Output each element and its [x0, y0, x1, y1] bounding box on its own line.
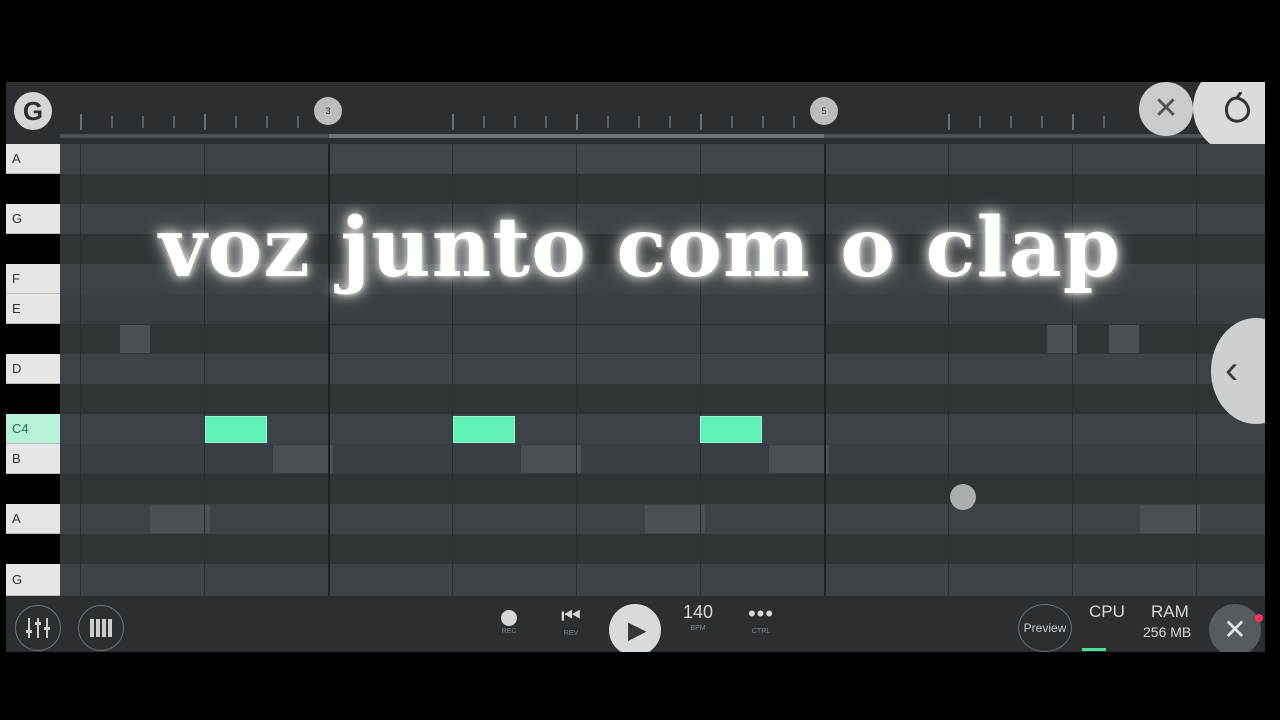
grid-row — [60, 474, 1265, 504]
ctrl-label: CTRL — [751, 628, 771, 635]
ruler-tick — [173, 116, 175, 128]
ruler-tick — [483, 116, 485, 128]
piano-roll-app: G 3 5 ✕ A G F E D C4 B A G ‹ REC ⏮ REV ▶… — [6, 82, 1265, 652]
ruler-tick — [979, 116, 981, 128]
key-A-low[interactable]: A — [6, 504, 60, 534]
ruler-tick — [111, 116, 113, 128]
beat-line — [1196, 144, 1197, 596]
ruler-tick — [514, 116, 516, 128]
key-G[interactable]: G — [6, 204, 60, 234]
ruler-tick — [1041, 116, 1043, 128]
rewind-button[interactable]: ⏮ REV — [556, 603, 586, 638]
ruler-tick — [700, 114, 702, 130]
timeline-scrollbar[interactable] — [60, 134, 1265, 138]
close-icon: ✕ — [1223, 614, 1247, 645]
piano-keys-icon[interactable] — [78, 605, 124, 651]
tempo-control[interactable]: 140 BPM — [678, 602, 718, 632]
cpu-meter — [1082, 648, 1106, 651]
rec-label: REC — [501, 628, 517, 635]
bpm-label: BPM — [690, 625, 706, 632]
ruler-tick — [204, 114, 206, 130]
ghost-note — [150, 505, 210, 533]
grid-row — [60, 564, 1265, 596]
ruler-tick — [638, 116, 640, 128]
ruler-tick — [266, 116, 268, 128]
chevron-left-icon: ‹ — [1225, 348, 1239, 392]
grid-row — [60, 534, 1265, 564]
close-editor-button[interactable]: ✕ — [1209, 604, 1263, 652]
ghost-note — [273, 445, 333, 473]
scroll-handle[interactable] — [950, 484, 976, 510]
ghost-note — [120, 325, 150, 353]
note-block[interactable] — [453, 416, 515, 443]
ruler-tick — [1072, 114, 1074, 130]
ruler-tick — [545, 116, 547, 128]
scrollbar-thumb[interactable] — [329, 134, 824, 138]
key-C4[interactable]: C4 — [6, 414, 60, 444]
bar-marker-3[interactable]: 3 — [314, 97, 342, 125]
ruler-tick — [948, 114, 950, 130]
bpm-value: 140 — [682, 602, 714, 622]
ghost-note — [769, 445, 829, 473]
key-D[interactable]: D — [6, 354, 60, 384]
top-bar: G 3 5 ✕ — [6, 82, 1265, 154]
mixer-icon[interactable] — [15, 605, 61, 651]
ruler-tick — [669, 116, 671, 128]
ghost-note — [645, 505, 705, 533]
ram-label: RAM — [1151, 602, 1189, 621]
bottom-toolbar: REC ⏮ REV ▶ 140 BPM ••• CTRL Preview CPU… — [6, 596, 1265, 652]
key-A[interactable]: A — [6, 144, 60, 174]
grid-row — [60, 294, 1265, 324]
ruler-tick — [1010, 116, 1012, 128]
ghost-note — [1109, 325, 1139, 353]
cpu-label: CPU — [1089, 602, 1125, 621]
piano-keyboard[interactable]: A G F E D C4 B A G — [6, 144, 60, 596]
bar-marker-5[interactable]: 5 — [810, 97, 838, 125]
ctrl-button[interactable]: ••• CTRL — [742, 601, 780, 636]
beat-line — [80, 144, 81, 596]
key-G-low[interactable]: G — [6, 564, 60, 596]
fl-logo-icon[interactable]: G — [14, 92, 52, 130]
ruler-tick — [793, 116, 795, 128]
ruler-tick — [452, 114, 454, 130]
close-icon[interactable]: ✕ — [1139, 82, 1193, 136]
ram-value: 256 MB — [1143, 624, 1192, 640]
grid-row — [60, 354, 1265, 384]
note-block[interactable] — [205, 416, 267, 443]
key-B[interactable]: B — [6, 444, 60, 474]
skip-back-icon: ⏮ — [561, 603, 581, 628]
more-dots-icon: ••• — [747, 601, 775, 626]
ruler-tick — [731, 116, 733, 128]
key-F[interactable]: F — [6, 264, 60, 294]
ruler-tick — [762, 116, 764, 128]
ruler-tick — [1103, 116, 1105, 128]
ghost-note — [521, 445, 581, 473]
rev-label: REV — [563, 630, 579, 637]
key-E[interactable]: E — [6, 294, 60, 324]
note-block[interactable] — [700, 416, 762, 443]
ruler-tick — [297, 116, 299, 128]
preview-button[interactable]: Preview — [1018, 604, 1072, 652]
video-caption: voz junto com o clap — [158, 200, 1122, 296]
notification-dot — [1255, 614, 1263, 622]
ruler-tick — [80, 114, 82, 130]
ruler-tick — [142, 116, 144, 128]
rec-button[interactable]: REC — [494, 606, 524, 635]
grid-row — [60, 384, 1265, 414]
ghost-note — [1140, 505, 1200, 533]
grid-row — [60, 444, 1265, 474]
ruler-tick — [235, 116, 237, 128]
ruler-tick — [607, 116, 609, 128]
record-icon — [501, 610, 517, 626]
play-icon: ▶ — [628, 617, 647, 644]
play-button[interactable]: ▶ — [609, 604, 661, 652]
ruler-tick — [576, 114, 578, 130]
